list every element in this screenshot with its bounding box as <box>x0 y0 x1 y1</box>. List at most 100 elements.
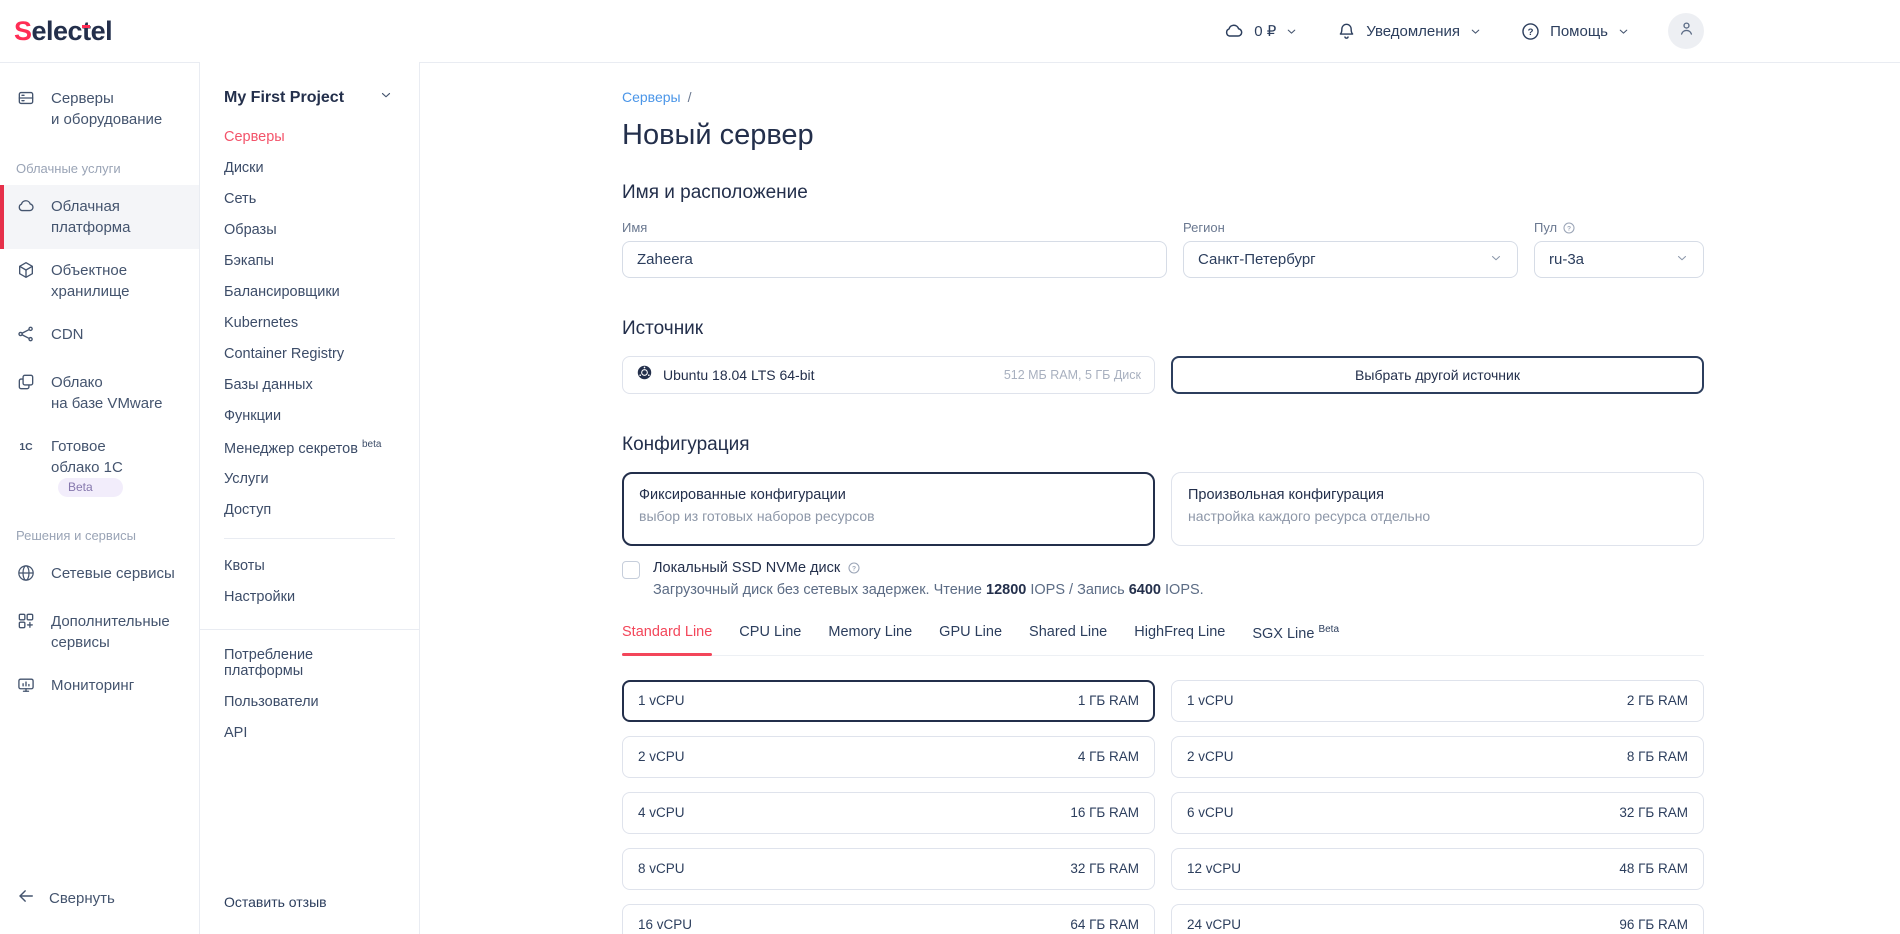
chevron-down-icon <box>1285 25 1298 38</box>
sidebar-item-cloud-1c[interactable]: 1С Готовое облако 1СBeta <box>0 425 199 508</box>
flavor-ram: 1 ГБ RAM <box>1078 693 1139 708</box>
project-nav-users[interactable]: Пользователи <box>224 687 395 718</box>
project-selector[interactable]: My First Project <box>200 88 419 107</box>
selected-source-card[interactable]: Ubuntu 18.04 LTS 64-bit 512 МБ RAM, 5 ГБ… <box>622 356 1155 394</box>
sidebar-item-monitoring[interactable]: Мониторинг <box>0 664 199 712</box>
sidebar-item-servers-hardware[interactable]: Серверыи оборудование <box>0 77 199 141</box>
flavor-card[interactable]: 1 vCPU1 ГБ RAM <box>622 680 1155 722</box>
name-location-fields: Имя Регион Санкт-Петербург Пул ? <box>622 220 1704 278</box>
project-nav-images[interactable]: Образы <box>224 214 395 245</box>
flavor-card[interactable]: 24 vCPU96 ГБ RAM <box>1171 904 1704 934</box>
question-circle-icon[interactable]: ? <box>847 561 861 575</box>
beta-superscript: Beta <box>1318 624 1339 635</box>
flavor-cpu: 16 vCPU <box>638 917 692 932</box>
project-nav-databases[interactable]: Базы данных <box>224 369 395 400</box>
config-card-subtitle: выбор из готовых наборов ресурсов <box>639 508 1138 524</box>
user-icon <box>1677 19 1696 43</box>
collapse-sidebar-button[interactable]: Свернуть <box>0 866 199 934</box>
local-ssd-checkbox[interactable] <box>622 561 640 579</box>
project-nav-api[interactable]: API <box>224 718 395 749</box>
tab-sgx-line[interactable]: SGX Line Beta <box>1252 624 1339 655</box>
choose-other-source-button[interactable]: Выбрать другой источник <box>1171 356 1704 394</box>
section-source: Источник <box>622 318 1704 340</box>
svg-text:?: ? <box>852 565 856 572</box>
project-nav-group-main: Серверы Диски Сеть Образы Бэкапы Баланси… <box>200 107 419 526</box>
flavor-card[interactable]: 1 vCPU2 ГБ RAM <box>1171 680 1704 722</box>
sidebar-item-label: Объектноехранилище <box>51 260 130 302</box>
flavor-cpu: 4 vCPU <box>638 805 685 820</box>
project-nav-container-registry[interactable]: Container Registry <box>224 338 395 369</box>
flavor-ram: 96 ГБ RAM <box>1619 917 1688 932</box>
project-nav-load-balancers[interactable]: Балансировщики <box>224 276 395 307</box>
project-nav-disks[interactable]: Диски <box>224 152 395 183</box>
flavor-card[interactable]: 2 vCPU8 ГБ RAM <box>1171 736 1704 778</box>
fixed-configuration-card[interactable]: Фиксированные конфигурации выбор из гото… <box>622 472 1155 546</box>
sidebar-item-object-storage[interactable]: Объектноехранилище <box>0 249 199 313</box>
sidebar-item-cloud-platform[interactable]: Облачнаяплатформа <box>0 185 199 249</box>
user-avatar[interactable] <box>1668 13 1704 49</box>
flavor-card[interactable]: 6 vCPU32 ГБ RAM <box>1171 792 1704 834</box>
breadcrumb-servers-link[interactable]: Серверы <box>622 89 681 105</box>
balance-amount: 0 ₽ <box>1254 22 1276 40</box>
flavor-card[interactable]: 2 vCPU4 ГБ RAM <box>622 736 1155 778</box>
region-field-label: Регион <box>1183 220 1518 235</box>
header-actions: 0 ₽ Уведомления ? Помощь <box>1223 13 1704 49</box>
server-name-input[interactable] <box>622 241 1167 278</box>
sidebar-item-cdn[interactable]: CDN <box>0 313 199 361</box>
flavor-card[interactable]: 12 vCPU48 ГБ RAM <box>1171 848 1704 890</box>
flavor-ram: 64 ГБ RAM <box>1070 917 1139 932</box>
ubuntu-icon <box>636 364 653 386</box>
source-specs: 512 МБ RAM, 5 ГБ Диск <box>1004 368 1141 382</box>
breadcrumb-separator: / <box>688 89 692 105</box>
main-content: Серверы/ Новый сервер Имя и расположение… <box>420 62 1900 934</box>
project-nav-access[interactable]: Доступ <box>224 495 395 526</box>
vmware-cloud-icon <box>16 372 38 414</box>
project-nav-secrets-manager[interactable]: Менеджер секретов beta <box>224 431 395 464</box>
flavor-line-tabs: Standard Line CPU Line Memory Line GPU L… <box>622 624 1704 656</box>
read-iops-value: 12800 <box>986 582 1026 598</box>
tab-highfreq-line[interactable]: HighFreq Line <box>1134 624 1225 655</box>
sidebar-item-label: Мониторинг <box>51 675 134 701</box>
flavor-ram: 48 ГБ RAM <box>1619 861 1688 876</box>
pool-selected-value: ru-3a <box>1549 251 1584 268</box>
flavor-ram: 8 ГБ RAM <box>1627 749 1688 764</box>
help-label: Помощь <box>1550 23 1608 40</box>
notifications-menu[interactable]: Уведомления <box>1336 21 1482 42</box>
tab-cpu-line[interactable]: CPU Line <box>739 624 801 655</box>
project-nav-kubernetes[interactable]: Kubernetes <box>224 307 395 338</box>
sidebar-item-label: CDN <box>51 324 84 350</box>
flavor-card[interactable]: 4 vCPU 16 ГБ RAM <box>622 792 1155 834</box>
region-select[interactable]: Санкт-Петербург <box>1183 241 1518 278</box>
project-nav-network[interactable]: Сеть <box>224 183 395 214</box>
tab-memory-line[interactable]: Memory Line <box>828 624 912 655</box>
project-nav-functions[interactable]: Функции <box>224 400 395 431</box>
selectel-logo[interactable]: Selectel <box>14 16 112 47</box>
flavor-card[interactable]: 16 vCPU 64 ГБ RAM <box>622 904 1155 934</box>
region-selected-value: Санкт-Петербург <box>1198 251 1316 268</box>
project-nav-quotas[interactable]: Квоты <box>224 551 395 582</box>
logo-letter-s: S <box>14 16 32 46</box>
tab-shared-line[interactable]: Shared Line <box>1029 624 1107 655</box>
sidebar-item-label: Серверыи оборудование <box>51 88 162 130</box>
sidebar-item-vmware-cloud[interactable]: Облакона базе VMware <box>0 361 199 425</box>
tab-standard-line[interactable]: Standard Line <box>622 624 712 655</box>
pool-select[interactable]: ru-3a <box>1534 241 1704 278</box>
tab-gpu-line[interactable]: GPU Line <box>939 624 1002 655</box>
project-nav-servers[interactable]: Серверы <box>224 121 395 152</box>
question-circle-icon[interactable]: ? <box>1562 221 1576 235</box>
project-nav-platform-usage[interactable]: Потребление платформы <box>224 640 395 687</box>
source-name: Ubuntu 18.04 LTS 64-bit <box>663 367 815 383</box>
sidebar-item-additional-services[interactable]: Дополнительныесервисы <box>0 600 199 664</box>
project-nav-services[interactable]: Услуги <box>224 464 395 495</box>
project-nav-settings[interactable]: Настройки <box>224 582 395 613</box>
sidebar-item-network-services[interactable]: Сетевые сервисы <box>0 552 199 600</box>
help-menu[interactable]: ? Помощь <box>1520 21 1630 42</box>
local-ssd-option: Локальный SSD NVMe диск ? Загрузочный ди… <box>622 560 1704 598</box>
flavor-ram: 16 ГБ RAM <box>1070 805 1139 820</box>
project-nav-backups[interactable]: Бэкапы <box>224 245 395 276</box>
leave-feedback-link[interactable]: Оставить отзыв <box>200 876 419 934</box>
balance-menu[interactable]: 0 ₽ <box>1223 20 1298 42</box>
flavor-card[interactable]: 8 vCPU32 ГБ RAM <box>622 848 1155 890</box>
custom-configuration-card[interactable]: Произвольная конфигурация настройка кажд… <box>1171 472 1704 546</box>
config-card-title: Произвольная конфигурация <box>1188 487 1687 503</box>
